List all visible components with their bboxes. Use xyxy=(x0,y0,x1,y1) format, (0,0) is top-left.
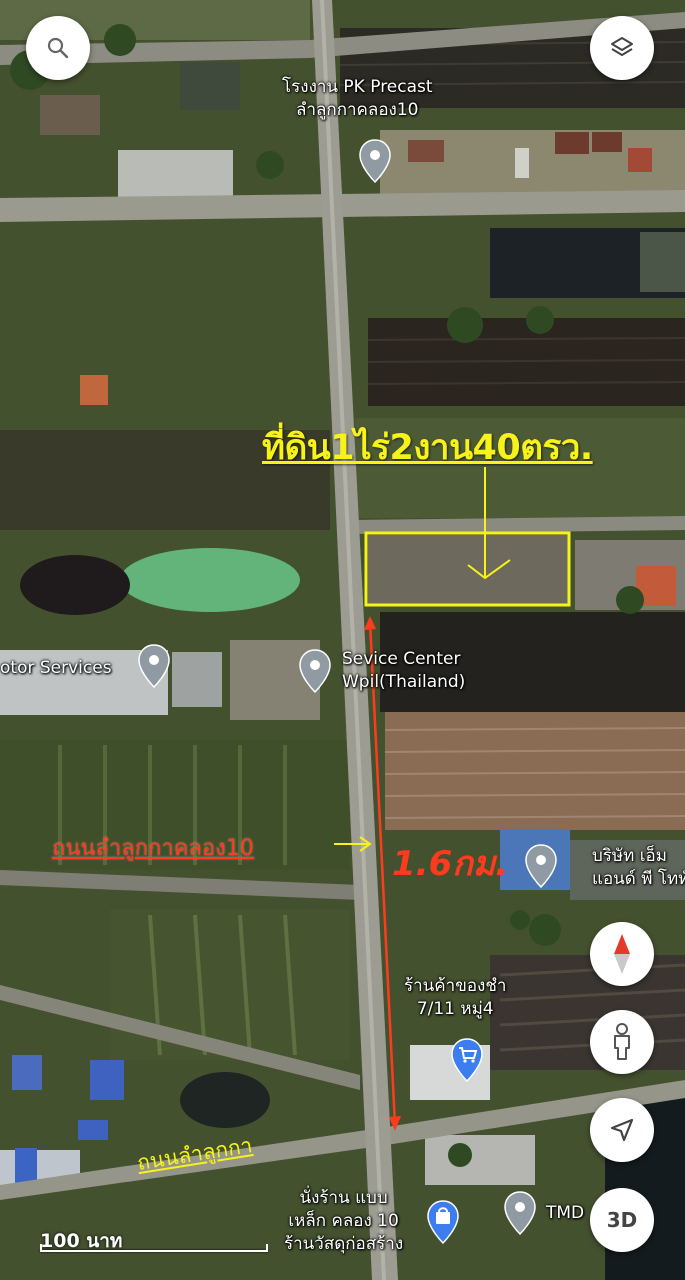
shopping-cart-pin-icon[interactable] xyxy=(450,1037,484,1083)
place-label-motor-services[interactable]: otor Services xyxy=(0,657,112,680)
annotation-road-klong10: ถนนลำลูกกาคลอง10 xyxy=(52,836,254,861)
place-label-line: Sevice Center xyxy=(342,649,461,669)
scale-tick xyxy=(266,1244,268,1252)
satellite-imagery xyxy=(0,0,685,1280)
place-pin-icon[interactable] xyxy=(524,843,558,889)
shopping-bag-pin-icon[interactable] xyxy=(426,1199,460,1245)
scale-tick xyxy=(40,1244,42,1252)
place-label-service-center[interactable]: Sevice Center Wpil(Thailand) xyxy=(342,648,465,694)
place-pin-icon[interactable] xyxy=(503,1190,537,1236)
compass-icon xyxy=(614,934,630,974)
satellite-map[interactable]: โรงงาน PK Precast ลำลูกกาคลอง10 otor Ser… xyxy=(0,0,685,1280)
3d-view-button[interactable]: 3D xyxy=(590,1188,654,1252)
place-label-line: ลำลูกกาคลอง10 xyxy=(296,100,419,120)
annotation-land-size: ที่ดิน1ไร่2งาน40ตรว. xyxy=(262,428,593,468)
compass-button[interactable] xyxy=(590,922,654,986)
place-label-line: TMD xyxy=(546,1203,585,1223)
place-label-line: otor Services xyxy=(0,658,112,678)
place-label-line: บริษัท เอ็ม xyxy=(592,846,667,866)
place-pin-icon[interactable] xyxy=(298,648,332,694)
place-label-line: โรงงาน PK Precast xyxy=(282,77,433,97)
place-label-line: Wpil(Thailand) xyxy=(342,672,466,692)
place-label-company[interactable]: บริษัท เอ็ม แอนด์ พี โททัล xyxy=(592,845,685,891)
place-label-line: นั่งร้าน แบบ xyxy=(299,1188,388,1208)
navigation-arrow-icon xyxy=(610,1118,634,1142)
place-label-line: 7/11 หมู่4 xyxy=(416,999,494,1019)
place-label-store[interactable]: ร้านค้าของชำ 7/11 หมู่4 xyxy=(404,975,506,1021)
road-label-arrow xyxy=(334,836,372,852)
map-scale: 100 นาท xyxy=(40,1226,270,1254)
my-location-button[interactable] xyxy=(590,1098,654,1162)
place-label-scaffold-shop[interactable]: นั่งร้าน แบบ เหล็ก คลอง 10 ร้านวัสดุก่อส… xyxy=(284,1187,403,1256)
place-label-line: เหล็ก คลอง 10 xyxy=(288,1211,399,1231)
place-label-line: ร้านวัสดุก่อสร้าง xyxy=(284,1234,404,1254)
place-label-pk-precast[interactable]: โรงงาน PK Precast ลำลูกกาคลอง10 xyxy=(282,76,433,122)
layers-icon xyxy=(611,37,633,56)
search-icon xyxy=(47,37,69,59)
place-label-line: ร้านค้าของชำ xyxy=(404,976,507,996)
search-button[interactable] xyxy=(26,16,90,80)
3d-label: 3D xyxy=(606,1208,638,1232)
layers-button[interactable] xyxy=(590,16,654,80)
place-label-tmd[interactable]: TMD xyxy=(546,1202,584,1225)
annotation-distance: 1.6กม. xyxy=(392,844,509,884)
street-view-button[interactable] xyxy=(590,1010,654,1074)
place-label-line: แอนด์ พี โททัล xyxy=(592,869,685,889)
place-pin-icon[interactable] xyxy=(137,643,171,689)
pegman-icon xyxy=(614,1023,630,1060)
parcel-outline xyxy=(364,467,571,607)
scale-bar xyxy=(40,1250,268,1252)
place-pin-icon[interactable] xyxy=(358,138,392,184)
